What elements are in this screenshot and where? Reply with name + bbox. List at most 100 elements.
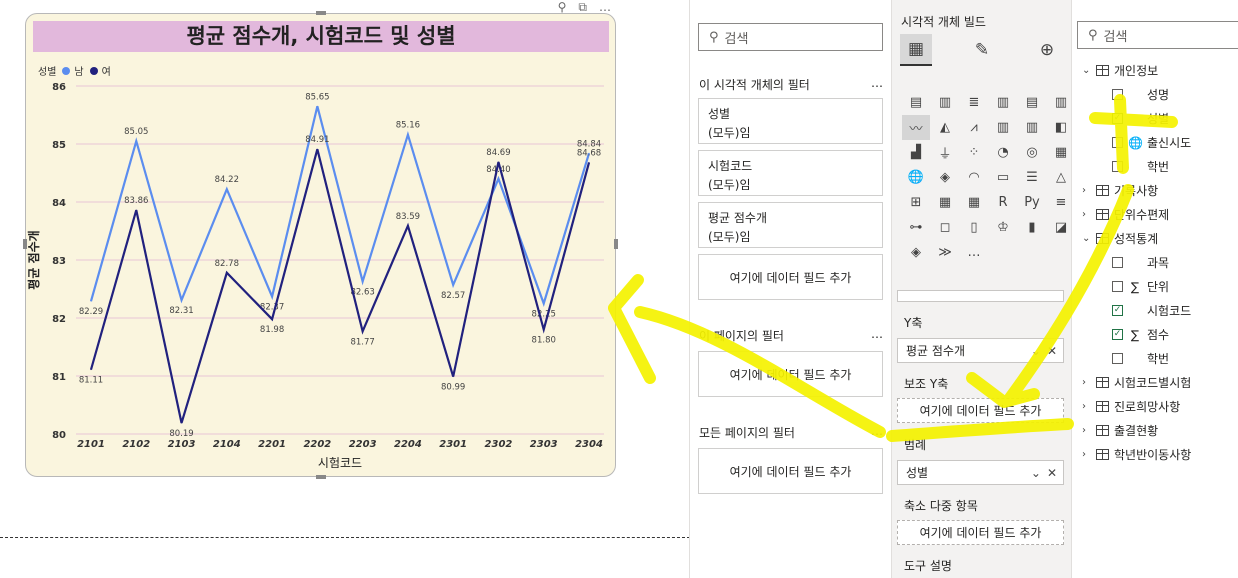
- page-filter-drop-zone[interactable]: 여기에 데이터 필드 추가: [698, 351, 883, 397]
- filter-icon[interactable]: ⚲: [558, 0, 567, 15]
- more-visuals-icon[interactable]: …: [960, 240, 988, 265]
- power-automate-icon[interactable]: ≫: [931, 240, 959, 265]
- focus-mode-icon[interactable]: ⧉: [578, 0, 587, 15]
- clustered-bar-icon[interactable]: ≣: [960, 90, 988, 115]
- goals-trophy-icon[interactable]: ♔: [989, 215, 1017, 240]
- area-chart-icon[interactable]: ◭: [931, 115, 959, 140]
- table-node[interactable]: › 시험코드별시험: [1082, 374, 1191, 391]
- filter-card[interactable]: 성별 (모두)임: [698, 98, 883, 144]
- table-node[interactable]: › 학년반이동사항: [1082, 446, 1191, 463]
- chevron-right-icon[interactable]: ›: [1082, 401, 1091, 412]
- field-item[interactable]: ✓ 성별: [1112, 110, 1169, 127]
- page-filters-header: 이 페이지의 필터 …: [699, 327, 883, 344]
- line-clustered-column-icon[interactable]: ▥: [1018, 115, 1046, 140]
- card-icon[interactable]: ▭: [989, 165, 1017, 190]
- table-node[interactable]: › 기록사항: [1082, 182, 1158, 199]
- all-pages-filter-drop-zone[interactable]: 여기에 데이터 필드 추가: [698, 448, 883, 494]
- chevron-down-icon[interactable]: ⌄: [1031, 466, 1041, 480]
- more-options-icon[interactable]: …: [871, 76, 883, 93]
- table-node[interactable]: ⌄ 개인정보: [1082, 62, 1158, 79]
- smart-narrative-icon[interactable]: ▯: [960, 215, 988, 240]
- field-checkbox[interactable]: ✓: [1112, 113, 1123, 124]
- stacked-column-icon[interactable]: ▥: [931, 90, 959, 115]
- more-options-icon[interactable]: …: [599, 0, 611, 15]
- power-apps-icon[interactable]: ◈: [902, 240, 930, 265]
- field-checkbox[interactable]: [1112, 137, 1123, 148]
- funnel-icon[interactable]: ⏚: [931, 140, 959, 165]
- table-icon: [1096, 185, 1109, 196]
- python-visual-icon[interactable]: Py: [1018, 190, 1046, 215]
- field-checkbox[interactable]: [1112, 281, 1123, 292]
- field-item[interactable]: 학번: [1112, 158, 1169, 175]
- chevron-right-icon[interactable]: ›: [1082, 449, 1091, 460]
- field-item[interactable]: ∑ 단위: [1112, 278, 1169, 295]
- chevron-down-icon[interactable]: ⌄: [1031, 344, 1041, 358]
- field-item[interactable]: ✓ 시험코드: [1112, 302, 1191, 319]
- table-node[interactable]: › 출결현황: [1082, 422, 1158, 439]
- scatter-icon[interactable]: ⁘: [960, 140, 988, 165]
- field-checkbox[interactable]: [1112, 89, 1123, 100]
- line-chart-visual[interactable]: ⚲ ⧉ … 평균 점수개, 시험코드 및 성별 성별 남 여 80 81 82 83 8…: [23, 0, 618, 479]
- field-item[interactable]: ✓ ∑ 점수: [1112, 326, 1169, 343]
- chevron-right-icon[interactable]: ›: [1082, 185, 1091, 196]
- line-stacked-column-icon[interactable]: ▥: [989, 115, 1017, 140]
- multi-row-card-icon[interactable]: ☰: [1018, 165, 1046, 190]
- y-axis-well[interactable]: 평균 점수개 ⌄ ✕: [897, 338, 1064, 363]
- paginated-report-icon[interactable]: ▮: [1018, 215, 1046, 240]
- field-checkbox[interactable]: ✓: [1112, 305, 1123, 316]
- filter-card[interactable]: 평균 점수개 (모두)임: [698, 202, 883, 248]
- waterfall-icon[interactable]: ▟: [902, 140, 930, 165]
- chevron-right-icon[interactable]: ›: [1082, 425, 1091, 436]
- table-icon[interactable]: ▦: [931, 190, 959, 215]
- field-checkbox[interactable]: ✓: [1112, 329, 1123, 340]
- secondary-y-well[interactable]: 여기에 데이터 필드 추가: [897, 398, 1064, 423]
- chevron-right-icon[interactable]: ›: [1082, 209, 1091, 220]
- data-label: 80.99: [441, 383, 465, 393]
- legend-well[interactable]: 성별 ⌄ ✕: [897, 460, 1064, 485]
- build-visual-tab[interactable]: ▦: [900, 34, 932, 66]
- pie-chart-icon[interactable]: ◔: [989, 140, 1017, 165]
- line-chart-icon[interactable]: 〰: [902, 115, 930, 140]
- format-visual-tab[interactable]: ✎: [966, 34, 998, 66]
- gauge-icon[interactable]: ◠: [960, 165, 988, 190]
- field-checkbox[interactable]: [1112, 257, 1123, 268]
- fields-search-box[interactable]: ⚲ 검색: [1077, 21, 1238, 49]
- filters-search-box[interactable]: ⚲ 검색: [698, 23, 883, 51]
- decomposition-tree-icon[interactable]: ⊶: [902, 215, 930, 240]
- filled-map-icon[interactable]: ◈: [931, 165, 959, 190]
- donut-chart-icon[interactable]: ◎: [1018, 140, 1046, 165]
- qa-icon[interactable]: ◻: [931, 215, 959, 240]
- stacked-area-icon[interactable]: ⩘: [960, 115, 988, 140]
- chevron-down-icon[interactable]: ⌄: [1082, 65, 1091, 76]
- more-options-icon[interactable]: …: [871, 327, 883, 344]
- remove-field-icon[interactable]: ✕: [1047, 466, 1057, 480]
- r-visual-icon[interactable]: R: [989, 190, 1017, 215]
- table-node[interactable]: › 단위수편제: [1082, 206, 1169, 223]
- field-item[interactable]: 학번: [1112, 350, 1169, 367]
- more-options-icon[interactable]: …: [871, 424, 883, 441]
- data-label: 85.05: [124, 127, 148, 137]
- matrix-icon[interactable]: ▦: [960, 190, 988, 215]
- small-multiples-well[interactable]: 여기에 데이터 필드 추가: [897, 520, 1064, 545]
- x-tick-label: 2303: [530, 439, 558, 450]
- field-item[interactable]: 과목: [1112, 254, 1169, 271]
- field-item[interactable]: 성명: [1112, 86, 1169, 103]
- filter-card[interactable]: 시험코드 (모두)임: [698, 150, 883, 196]
- map-icon[interactable]: 🌐: [902, 165, 930, 190]
- visual-filter-drop-zone[interactable]: 여기에 데이터 필드 추가: [698, 254, 883, 300]
- field-item[interactable]: 🌐 출신시도: [1112, 134, 1191, 151]
- field-checkbox[interactable]: [1112, 353, 1123, 364]
- filters-search-input[interactable]: 검색: [725, 28, 749, 47]
- 100-stacked-bar-icon[interactable]: ▤: [1018, 90, 1046, 115]
- fields-search-input[interactable]: 검색: [1104, 26, 1128, 45]
- analytics-tab[interactable]: ⊕: [1031, 34, 1063, 66]
- remove-field-icon[interactable]: ✕: [1047, 344, 1057, 358]
- table-node[interactable]: › 진로희망사항: [1082, 398, 1180, 415]
- stacked-bar-icon[interactable]: ▤: [902, 90, 930, 115]
- chevron-down-icon[interactable]: ⌄: [1082, 233, 1091, 244]
- table-node[interactable]: ⌄ 성적통계: [1082, 230, 1158, 247]
- field-checkbox[interactable]: [1112, 161, 1123, 172]
- clustered-column-icon[interactable]: ▥: [989, 90, 1017, 115]
- slicer-icon[interactable]: ⊞: [902, 190, 930, 215]
- chevron-right-icon[interactable]: ›: [1082, 377, 1091, 388]
